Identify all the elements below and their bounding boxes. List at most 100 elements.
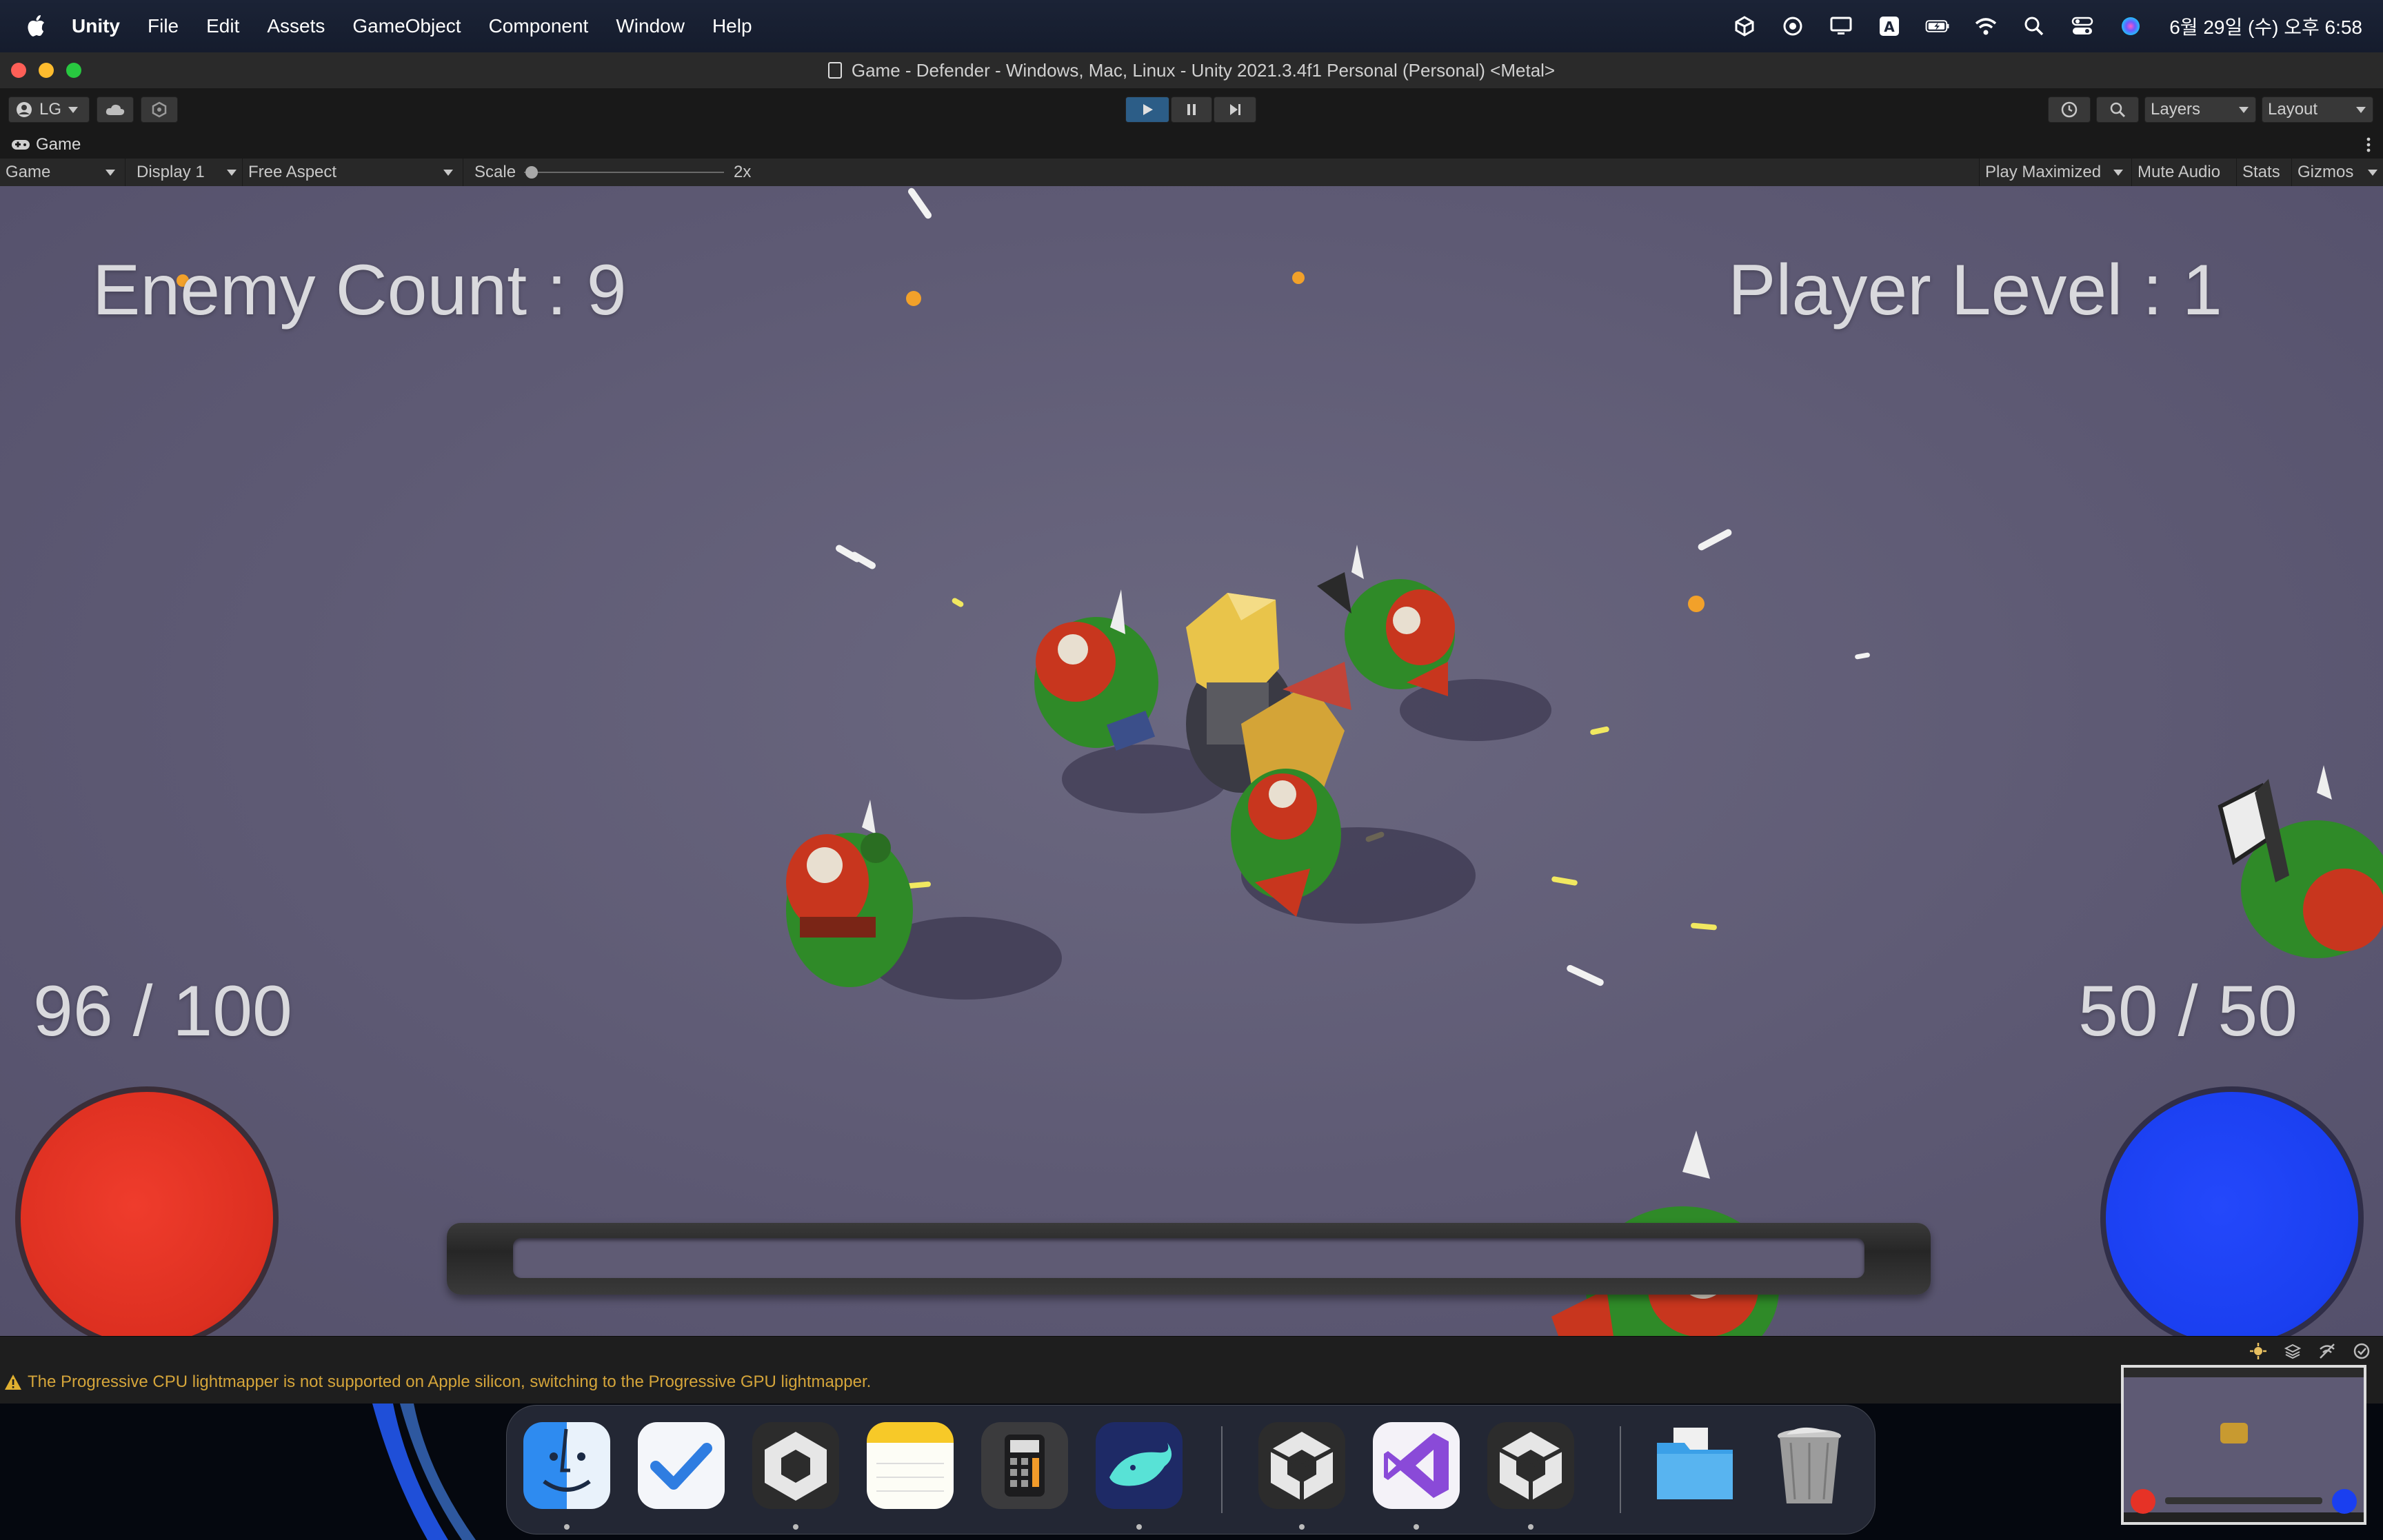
play-icon: [1143, 104, 1153, 115]
health-orb: [15, 1086, 279, 1336]
mana-orb: [2100, 1086, 2364, 1336]
experience-bar-track: [513, 1238, 1864, 1278]
display-icon[interactable]: [1829, 14, 1853, 39]
collab-icon: [152, 101, 167, 118]
notes-icon[interactable]: [867, 1422, 954, 1509]
network-icon[interactable]: [2318, 1342, 2336, 1360]
player-level-label: Player Level : 1: [1728, 250, 2222, 330]
game-viewport[interactable]: Enemy Count : 9 Player Level : 1 96 / 10…: [0, 186, 2383, 1336]
status-icons: [2249, 1342, 2371, 1360]
unity-toolbar: LG Layers Layout: [0, 88, 2383, 132]
tab-game[interactable]: Game: [11, 131, 81, 159]
lighting-icon[interactable]: [2249, 1342, 2267, 1360]
macos-dock: [506, 1405, 1876, 1534]
play-maximized-dropdown[interactable]: Play Maximized: [1979, 159, 2132, 186]
enemy-shadow: [1400, 679, 1551, 741]
layers-label: Layers: [2151, 100, 2201, 119]
display-dropdown-label: Display 1: [137, 163, 205, 181]
input-source-icon[interactable]: A: [1877, 14, 1902, 39]
wifi-icon[interactable]: [1973, 14, 1998, 39]
calculator-icon[interactable]: [981, 1422, 1068, 1509]
visual-studio-icon[interactable]: [1373, 1422, 1460, 1509]
orc-enemy: [1034, 589, 1158, 751]
siri-icon[interactable]: [2118, 14, 2143, 39]
orc-enemy: [2218, 765, 2383, 958]
close-window-button[interactable]: [11, 63, 26, 78]
trash-icon[interactable]: [1766, 1422, 1853, 1509]
control-center-icon[interactable]: [2070, 14, 2095, 39]
finder-icon[interactable]: [523, 1422, 610, 1509]
scale-control: Scale 2x: [469, 159, 758, 186]
mute-audio-toggle[interactable]: Mute Audio: [2132, 159, 2237, 186]
screenshot-thumbnail[interactable]: [2121, 1365, 2366, 1525]
aspect-dropdown[interactable]: Free Aspect: [243, 159, 463, 186]
step-button[interactable]: [1214, 97, 1256, 123]
steam-icon[interactable]: [1780, 14, 1805, 39]
scene-characters: [786, 545, 2383, 1336]
dock-separator: [1620, 1426, 1621, 1513]
unity-status-icon[interactable]: [1732, 14, 1757, 39]
layers-dropdown[interactable]: Layers: [2144, 97, 2256, 123]
dock-separator: [1221, 1426, 1223, 1513]
zoom-window-button[interactable]: [66, 63, 81, 78]
menubar-clock[interactable]: 6월 29일 (수) 오후 6:58: [2169, 12, 2362, 40]
menu-edit[interactable]: Edit: [206, 15, 239, 37]
menu-component[interactable]: Component: [489, 15, 589, 37]
history-icon: [2061, 101, 2078, 118]
cloud-button[interactable]: [97, 97, 134, 123]
tasks-icon[interactable]: [638, 1422, 725, 1509]
menu-assets[interactable]: Assets: [267, 15, 325, 37]
display-dropdown[interactable]: Display 1: [131, 159, 243, 186]
folder-icon[interactable]: [1651, 1422, 1738, 1509]
view-dropdown[interactable]: Game: [0, 159, 125, 186]
play-button[interactable]: [1125, 97, 1169, 123]
scale-slider-handle[interactable]: [525, 166, 539, 179]
whale-browser-icon[interactable]: [1096, 1422, 1183, 1509]
menu-file[interactable]: File: [148, 15, 179, 37]
mute-audio-label: Mute Audio: [2138, 163, 2221, 181]
account-icon: [17, 102, 32, 117]
window-title-bar: Game - Defender - Windows, Mac, Linux - …: [0, 52, 2383, 89]
layers-stack-icon[interactable]: [2284, 1342, 2302, 1360]
pause-button[interactable]: [1171, 97, 1212, 123]
menu-help[interactable]: Help: [712, 15, 752, 37]
menu-window[interactable]: Window: [616, 15, 685, 37]
menu-gameobject[interactable]: GameObject: [352, 15, 461, 37]
undo-history-button[interactable]: [2048, 97, 2091, 123]
scale-label: Scale: [474, 163, 516, 181]
scale-value: 2x: [734, 163, 752, 181]
health-value: 96 / 100: [33, 971, 292, 1051]
unity-icon[interactable]: [1258, 1422, 1345, 1509]
menu-app-unity[interactable]: Unity: [72, 15, 120, 37]
apple-icon[interactable]: [25, 12, 50, 40]
tab-menu-icon[interactable]: [2366, 136, 2371, 153]
gamepad-icon: [12, 140, 30, 150]
layout-dropdown[interactable]: Layout: [2262, 97, 2373, 123]
console-warning[interactable]: The Progressive CPU lightmapper is not s…: [4, 1372, 871, 1392]
status-menu-area: A 6월 29일 (수) 오후 6:58: [1732, 0, 2362, 52]
view-dropdown-label: Game: [6, 163, 51, 181]
console-warning-text: The Progressive CPU lightmapper is not s…: [28, 1372, 872, 1391]
warning-icon: [5, 1375, 21, 1390]
game-view-controls: Game Display 1 Free Aspect Scale 2x Play…: [0, 159, 2383, 187]
game-tab-bar: Game: [0, 131, 2383, 159]
minimize-window-button[interactable]: [39, 63, 54, 78]
experience-bar-frame: [447, 1223, 1931, 1295]
tab-game-label: Game: [36, 135, 81, 154]
stats-toggle[interactable]: Stats: [2237, 159, 2292, 186]
search-button[interactable]: [2096, 97, 2139, 123]
collab-button[interactable]: [141, 97, 178, 123]
account-dropdown[interactable]: LG: [8, 97, 90, 123]
editor-status-bar: The Progressive CPU lightmapper is not s…: [0, 1336, 2383, 1404]
spotlight-search-icon[interactable]: [2022, 14, 2047, 39]
checkmark-circle-icon[interactable]: [2353, 1342, 2371, 1360]
svg-text:A: A: [1884, 19, 1895, 35]
scale-slider[interactable]: [524, 165, 725, 179]
unity-icon[interactable]: [1487, 1422, 1574, 1509]
account-label: LG: [39, 100, 62, 119]
gizmos-dropdown[interactable]: Gizmos: [2292, 159, 2383, 186]
battery-icon[interactable]: [1925, 14, 1950, 39]
unity-hub-icon[interactable]: [752, 1422, 839, 1509]
play-maximized-label: Play Maximized: [1985, 163, 2102, 181]
cloud-icon: [105, 104, 125, 115]
